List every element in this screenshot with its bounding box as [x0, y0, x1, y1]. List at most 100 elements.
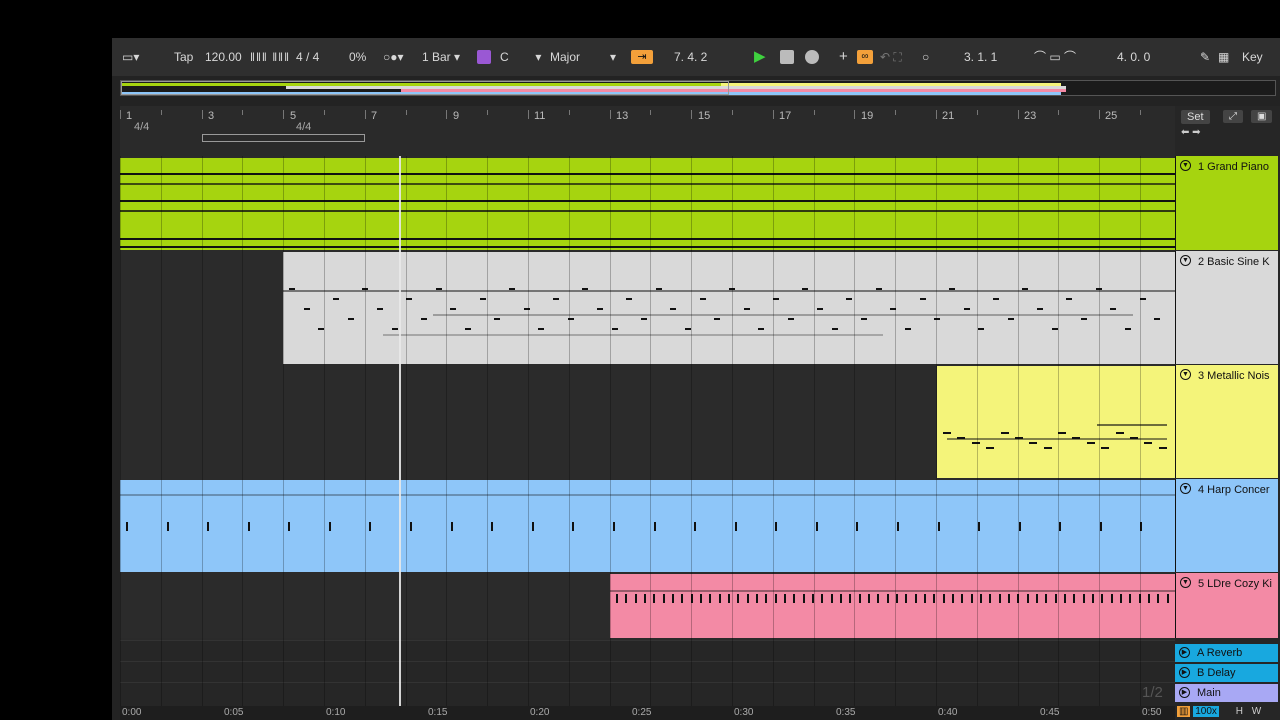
bar-tick	[732, 110, 733, 115]
automation-arm-icon[interactable]: ∞	[857, 50, 873, 64]
return-header-a[interactable]: ▶ A Reverb	[1175, 644, 1278, 662]
scale-mode-icon[interactable]	[477, 50, 491, 64]
main-header[interactable]: ▶ Main	[1175, 684, 1278, 702]
note-mark	[1120, 594, 1122, 603]
expand-icon[interactable]: ⤢	[1223, 110, 1243, 123]
midi-clip[interactable]	[610, 574, 1175, 638]
key-map-button[interactable]: Key	[1242, 38, 1263, 76]
track-header-2[interactable]: ▼ 2 Basic Sine K	[1175, 251, 1278, 364]
loop-length-field[interactable]: 4. 0. 0	[1117, 38, 1150, 76]
h-toggle[interactable]: H	[1236, 706, 1243, 717]
fold-arrow-icon[interactable]: ▶	[1179, 687, 1190, 698]
lock-icon[interactable]: ▣	[1251, 110, 1273, 123]
midi-clip[interactable]	[283, 252, 1175, 364]
time-label: 0:05	[224, 707, 244, 718]
note-mark	[289, 288, 295, 290]
note-mark	[718, 594, 721, 603]
zoom-indicator[interactable]: ▥ 100x H W	[1177, 706, 1261, 717]
nav-arrows-icon[interactable]: ⬅ ➡	[1181, 127, 1201, 138]
scale-root-dropdown[interactable]: C ▾	[500, 38, 541, 76]
grid-line	[528, 156, 529, 706]
bar-tick	[691, 110, 693, 119]
draw-mode-icon[interactable]: ✎	[1200, 38, 1210, 76]
note-mark	[653, 594, 656, 603]
record-icon[interactable]	[805, 50, 819, 64]
bar-label: 21	[942, 110, 955, 122]
note-mark	[1064, 594, 1066, 603]
arrangement-position-field[interactable]: 7. 4. 2	[674, 38, 707, 76]
bar-tick	[813, 110, 815, 115]
note-mark	[626, 298, 633, 300]
quantize-dropdown[interactable]: 1 Bar ▾	[422, 38, 460, 76]
return-header-b[interactable]: ▶ B Delay	[1175, 664, 1278, 682]
note-mark	[1066, 298, 1073, 300]
track-name: 3 Metallic Nois	[1198, 370, 1270, 382]
note-mark	[1037, 308, 1043, 310]
playhead[interactable]	[399, 156, 401, 708]
note-mark	[1129, 594, 1132, 603]
play-icon[interactable]: ▶	[754, 38, 766, 76]
beat-time-ruler[interactable]: 1 3 5 7 9 11 13 15 17 19 21 23 25 4/4 4/…	[120, 106, 1175, 156]
track-name: 1 Grand Piano	[1198, 161, 1269, 173]
add-icon[interactable]: +	[839, 38, 848, 76]
loop-start-field[interactable]: 3. 1. 1	[964, 38, 997, 76]
note-mark	[634, 594, 637, 603]
time-signature-marker[interactable]: 4/4	[296, 121, 311, 133]
fold-arrow-icon[interactable]: ▼	[1180, 255, 1191, 266]
stop-icon[interactable]	[780, 50, 794, 64]
note-mark	[1129, 437, 1138, 439]
grid-line	[1017, 156, 1019, 706]
track-header-1[interactable]: ▼ 1 Grand Piano	[1175, 156, 1278, 250]
tap-tempo-button[interactable]: Tap	[174, 38, 193, 76]
grid-line	[936, 156, 937, 706]
back-to-arrangement-icon[interactable]: ↶ ⛶	[880, 38, 902, 76]
tempo-field[interactable]: 120.00	[205, 38, 242, 76]
note-mark	[1101, 594, 1104, 603]
bar-label: 17	[779, 110, 792, 122]
set-button[interactable]: Set	[1181, 110, 1210, 124]
loop-switch-icon[interactable]: ⌒ ▭ ⌒	[1034, 38, 1076, 76]
scale-mode-dropdown[interactable]: Major ▾	[550, 38, 616, 76]
w-toggle[interactable]: W	[1252, 706, 1261, 717]
track-header-3[interactable]: ▼ 3 Metallic Nois	[1175, 365, 1278, 478]
keyboard-icon[interactable]: ▦	[1218, 38, 1229, 76]
metronome-bars-icon[interactable]: ǁǁǁ ǁǁǁ	[250, 38, 290, 76]
fold-arrow-icon[interactable]: ▶	[1179, 647, 1190, 658]
grid-line	[691, 156, 693, 706]
note-mark	[877, 594, 880, 603]
fold-arrow-icon[interactable]: ▶	[1179, 667, 1190, 678]
grid-line	[201, 156, 203, 706]
note-mark	[1158, 447, 1167, 449]
fold-arrow-icon[interactable]: ▼	[1180, 369, 1191, 380]
bar-label: 25	[1105, 110, 1118, 122]
note-mark	[919, 298, 926, 300]
loop-brace[interactable]	[202, 134, 365, 142]
fold-arrow-icon[interactable]: ▼	[1180, 577, 1191, 588]
note-mark	[868, 594, 870, 603]
grid-line	[732, 156, 733, 706]
note-mark	[830, 594, 833, 603]
time-signature-field[interactable]: 4 / 4	[296, 38, 319, 76]
fold-arrow-icon[interactable]: ▼	[1180, 483, 1191, 494]
note-mark	[1110, 594, 1113, 603]
groove-amount-field[interactable]: 0%	[349, 38, 366, 76]
note-mark	[465, 328, 471, 330]
track-header-5[interactable]: ▼ 5 LDre Cozy Ki	[1175, 573, 1278, 638]
note-mark	[391, 328, 398, 330]
metronome-icon[interactable]: ○●▾	[383, 38, 404, 76]
note-mark	[1125, 328, 1131, 330]
note-mark	[494, 318, 501, 320]
follow-icon[interactable]: ⇥	[631, 50, 653, 64]
note-mark	[553, 298, 559, 300]
fold-arrow-icon[interactable]: ▼	[1180, 160, 1191, 171]
view-switch-icon[interactable]: ▭▾	[122, 38, 139, 76]
punch-icon[interactable]: ○	[922, 38, 929, 76]
note-mark	[970, 594, 973, 603]
time-ruler[interactable]: 0:00 0:05 0:10 0:15 0:20 0:25 0:30 0:35 0:40 0:45…	[120, 706, 1175, 720]
arrangement-overview[interactable]	[120, 80, 1276, 96]
track-header-4[interactable]: ▼ 4 Harp Concer	[1175, 479, 1278, 572]
note-mark	[846, 298, 853, 300]
note-mark	[597, 308, 603, 310]
time-signature-marker[interactable]: 4/4	[134, 121, 149, 133]
note-mark	[1059, 522, 1062, 531]
